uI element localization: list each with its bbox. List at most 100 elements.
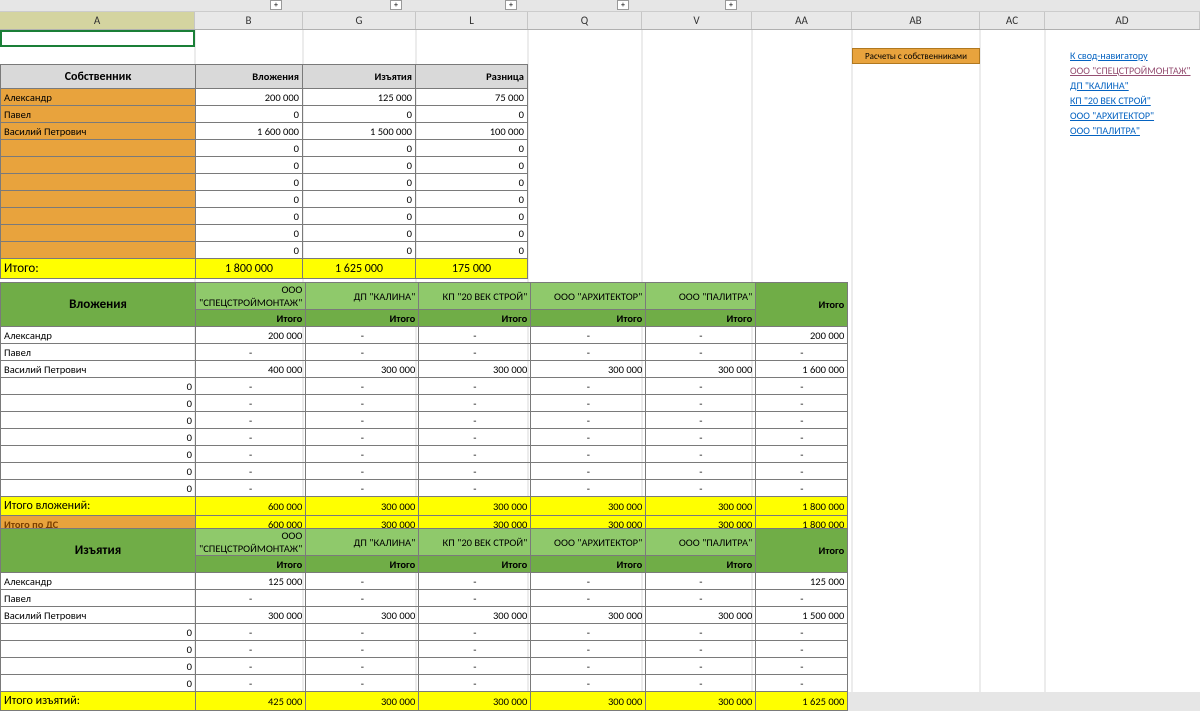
- data-cell[interactable]: -: [646, 395, 756, 412]
- data-cell[interactable]: 200 000: [756, 327, 848, 344]
- data-cell[interactable]: 300 000: [306, 361, 419, 378]
- t1-cell[interactable]: 0: [196, 191, 303, 208]
- data-cell[interactable]: -: [196, 429, 306, 446]
- t1-cell[interactable]: 0: [196, 174, 303, 191]
- t1-cell[interactable]: 0: [416, 242, 528, 259]
- t1-cell[interactable]: 0: [416, 140, 528, 157]
- data-cell[interactable]: -: [756, 395, 848, 412]
- data-cell[interactable]: -: [306, 463, 419, 480]
- link-5[interactable]: ООО "ПАЛИТРА": [1070, 124, 1140, 137]
- data-cell[interactable]: -: [306, 624, 419, 641]
- data-cell[interactable]: -: [756, 624, 848, 641]
- data-cell[interactable]: -: [646, 675, 756, 692]
- t1-owner[interactable]: [1, 225, 196, 242]
- row-label[interactable]: 0: [1, 480, 196, 497]
- data-cell[interactable]: -: [419, 429, 531, 446]
- t1-cell[interactable]: 1 600 000: [196, 123, 303, 140]
- data-cell[interactable]: -: [756, 429, 848, 446]
- data-cell[interactable]: -: [196, 378, 306, 395]
- data-cell[interactable]: -: [306, 446, 419, 463]
- outline-toggle[interactable]: +: [617, 0, 629, 10]
- t1-cell[interactable]: 0: [416, 208, 528, 225]
- row-label[interactable]: Александр: [1, 327, 196, 344]
- row-label[interactable]: Александр: [1, 573, 196, 590]
- link-3[interactable]: КП "20 ВЕК СТРОЙ": [1070, 94, 1151, 107]
- data-cell[interactable]: -: [646, 590, 756, 607]
- data-cell[interactable]: -: [531, 675, 646, 692]
- column-header[interactable]: Q: [528, 12, 642, 29]
- data-cell[interactable]: -: [756, 378, 848, 395]
- t1-cell[interactable]: 0: [303, 157, 416, 174]
- data-cell[interactable]: -: [756, 446, 848, 463]
- data-cell[interactable]: 1 500 000: [756, 607, 848, 624]
- data-cell[interactable]: -: [756, 412, 848, 429]
- data-cell[interactable]: 300 000: [196, 607, 306, 624]
- column-header[interactable]: B: [195, 12, 303, 29]
- selected-cell[interactable]: [0, 30, 195, 47]
- data-cell[interactable]: -: [419, 395, 531, 412]
- column-header[interactable]: G: [303, 12, 416, 29]
- t1-cell[interactable]: 0: [303, 174, 416, 191]
- data-cell[interactable]: -: [531, 624, 646, 641]
- data-cell[interactable]: -: [531, 480, 646, 497]
- link-4[interactable]: ООО "АРХИТЕКТОР": [1070, 109, 1154, 122]
- data-cell[interactable]: -: [531, 378, 646, 395]
- column-header[interactable]: AB: [852, 12, 980, 29]
- data-cell[interactable]: 400 000: [196, 361, 306, 378]
- data-cell[interactable]: -: [646, 446, 756, 463]
- data-cell[interactable]: 300 000: [419, 361, 531, 378]
- data-cell[interactable]: -: [196, 624, 306, 641]
- t1-cell[interactable]: 0: [303, 225, 416, 242]
- row-label[interactable]: 0: [1, 658, 196, 675]
- data-cell[interactable]: -: [196, 463, 306, 480]
- data-cell[interactable]: -: [196, 641, 306, 658]
- t1-owner[interactable]: [1, 242, 196, 259]
- data-cell[interactable]: -: [196, 675, 306, 692]
- data-cell[interactable]: -: [419, 590, 531, 607]
- data-cell[interactable]: -: [306, 395, 419, 412]
- data-cell[interactable]: 125 000: [196, 573, 306, 590]
- t1-owner[interactable]: [1, 157, 196, 174]
- data-cell[interactable]: -: [419, 573, 531, 590]
- data-cell[interactable]: -: [306, 590, 419, 607]
- row-label[interactable]: 0: [1, 641, 196, 658]
- data-cell[interactable]: -: [531, 463, 646, 480]
- t1-owner[interactable]: Павел: [1, 106, 196, 123]
- t1-cell[interactable]: 0: [416, 191, 528, 208]
- column-header[interactable]: L: [416, 12, 528, 29]
- data-cell[interactable]: -: [419, 378, 531, 395]
- row-label[interactable]: Павел: [1, 344, 196, 361]
- data-cell[interactable]: 300 000: [646, 361, 756, 378]
- t1-cell[interactable]: 0: [416, 106, 528, 123]
- data-cell[interactable]: -: [531, 412, 646, 429]
- link-0[interactable]: К свод-навигатору: [1070, 49, 1148, 62]
- outline-toggle[interactable]: +: [725, 0, 737, 10]
- t1-cell[interactable]: 125 000: [303, 89, 416, 106]
- data-cell[interactable]: -: [531, 344, 646, 361]
- t1-cell[interactable]: 0: [303, 106, 416, 123]
- row-label[interactable]: 0: [1, 675, 196, 692]
- data-cell[interactable]: 300 000: [531, 361, 646, 378]
- data-cell[interactable]: -: [756, 641, 848, 658]
- data-cell[interactable]: -: [419, 446, 531, 463]
- data-cell[interactable]: -: [646, 412, 756, 429]
- data-cell[interactable]: -: [756, 658, 848, 675]
- data-cell[interactable]: -: [419, 463, 531, 480]
- data-cell[interactable]: -: [196, 480, 306, 497]
- data-cell[interactable]: -: [306, 412, 419, 429]
- withdrawals-table[interactable]: Изъятия ООО "СПЕЦСТРОЙМОНТАЖ" ДП "КАЛИНА…: [0, 528, 848, 711]
- data-cell[interactable]: 300 000: [306, 607, 419, 624]
- t1-owner[interactable]: Александр: [1, 89, 196, 106]
- data-cell[interactable]: -: [419, 675, 531, 692]
- data-cell[interactable]: -: [306, 327, 419, 344]
- data-cell[interactable]: 300 000: [646, 607, 756, 624]
- data-cell[interactable]: -: [531, 641, 646, 658]
- t1-cell[interactable]: 0: [303, 208, 416, 225]
- link-2[interactable]: ДП "КАЛИНА": [1070, 79, 1129, 92]
- data-cell[interactable]: -: [306, 675, 419, 692]
- data-cell[interactable]: -: [419, 641, 531, 658]
- t1-cell[interactable]: 0: [416, 174, 528, 191]
- data-cell[interactable]: 1 600 000: [756, 361, 848, 378]
- column-header[interactable]: AD: [1045, 12, 1200, 29]
- data-cell[interactable]: -: [756, 480, 848, 497]
